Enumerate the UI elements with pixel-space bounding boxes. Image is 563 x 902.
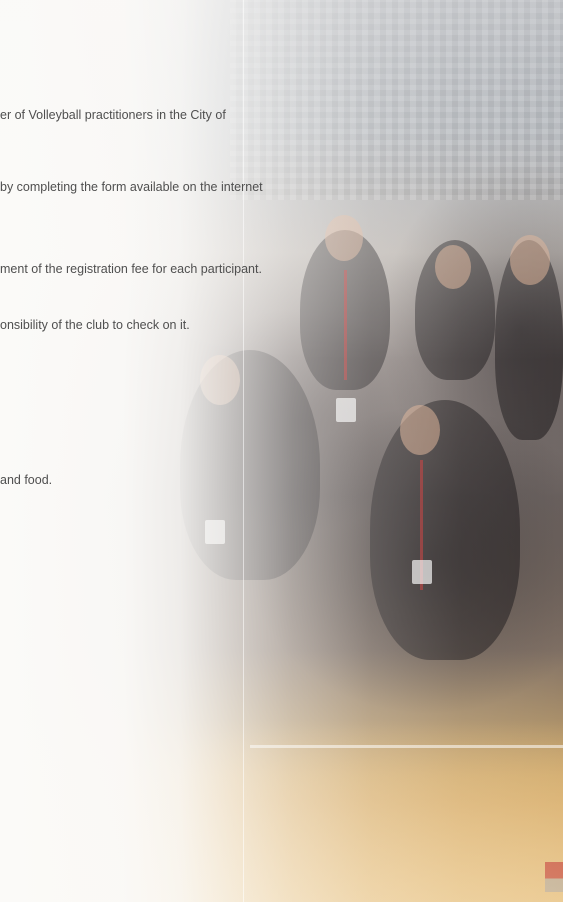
text-line: onsibility of the club to check on it. [0, 318, 190, 332]
text-line: er of Volleyball practitioners in the Ci… [0, 108, 226, 122]
document-page: er of Volleyball practitioners in the Ci… [0, 0, 563, 902]
column-divider [243, 0, 244, 902]
text-line: by completing the form available on the … [0, 180, 263, 194]
text-line: and food. [0, 473, 53, 487]
vertical-fade [0, 0, 563, 902]
text-line: ment of the registration fee for each pa… [0, 262, 262, 276]
